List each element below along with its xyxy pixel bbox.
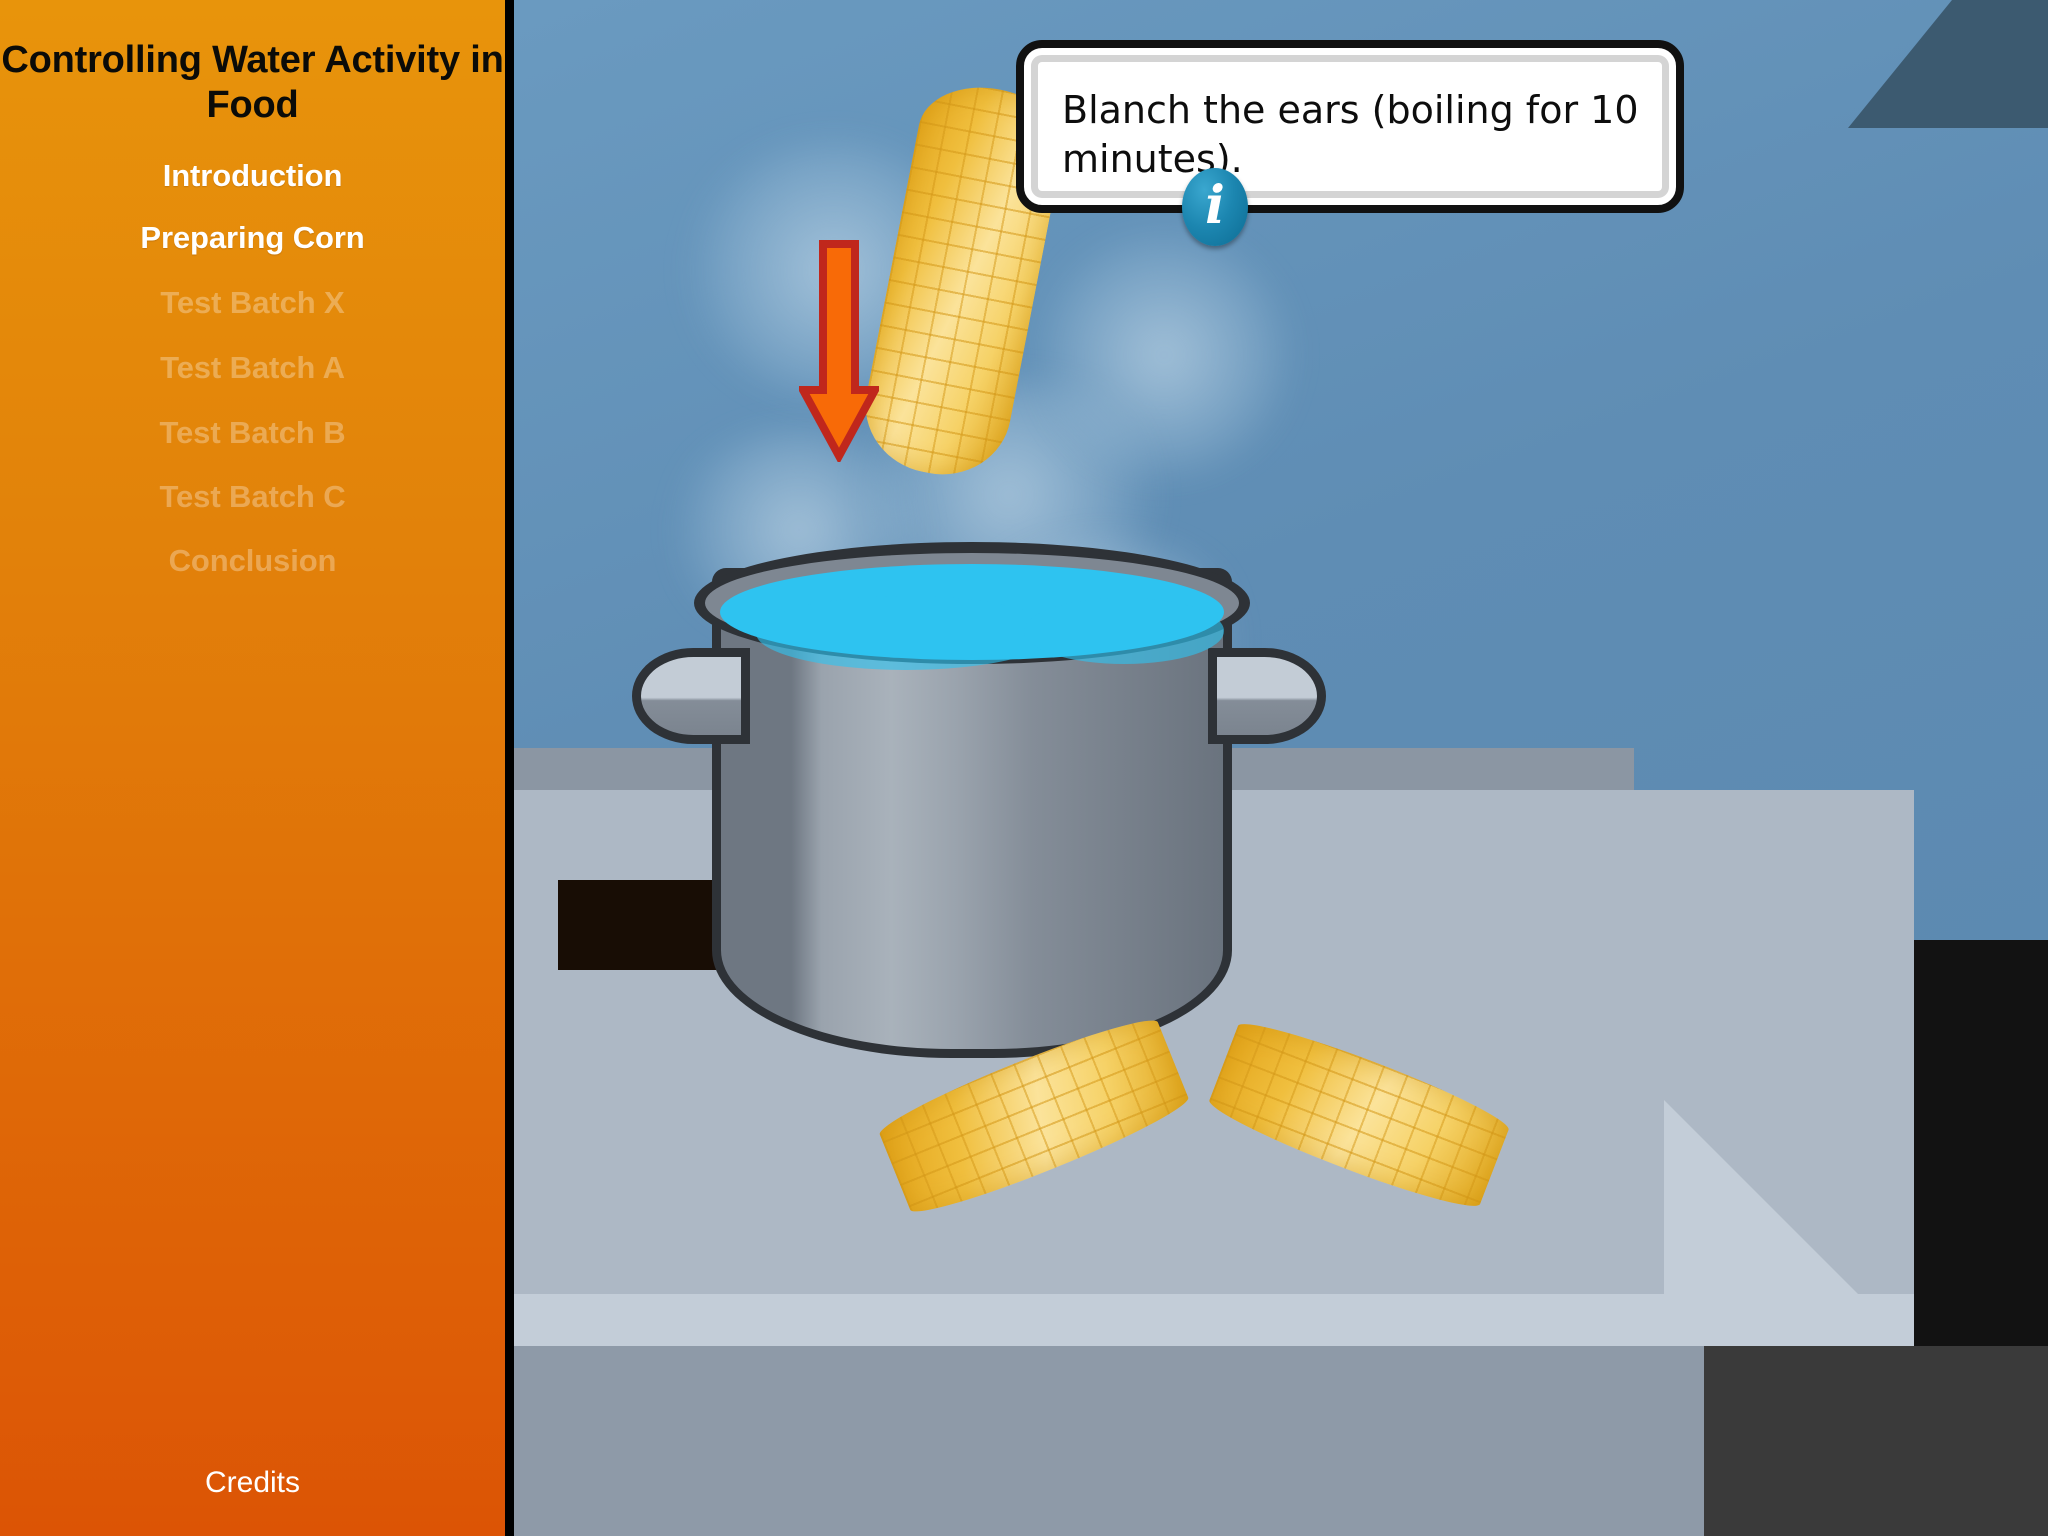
boiling-water xyxy=(720,564,1224,660)
sidebar-item-introduction[interactable]: Introduction xyxy=(0,158,505,194)
sidebar-item-preparing-corn[interactable]: Preparing Corn xyxy=(0,220,505,256)
sidebar-item-test-batch-b[interactable]: Test Batch B xyxy=(0,415,505,451)
slide-stage: Controlling Water Activity in Food Intro… xyxy=(0,0,2048,1536)
sidebar-divider xyxy=(505,0,514,1536)
info-icon-glyph: i xyxy=(1205,174,1225,236)
sidebar-item-test-batch-a[interactable]: Test Batch A xyxy=(0,350,505,386)
steam-haze xyxy=(1034,230,1294,480)
course-title: Controlling Water Activity in Food xyxy=(1,39,504,126)
sidebar-navigation: Controlling Water Activity in Food Intro… xyxy=(0,0,505,1536)
pot-handle-left xyxy=(632,648,750,744)
info-icon[interactable]: i xyxy=(1182,168,1248,246)
pot-handle-right xyxy=(1208,648,1326,744)
floor-shadow-panel xyxy=(1704,1346,2048,1536)
sidebar-item-test-batch-c[interactable]: Test Batch C xyxy=(0,479,505,515)
instruction-callout: Blanch the ears (boiling for 10 minutes)… xyxy=(1016,40,1684,213)
cooking-pot xyxy=(632,520,1515,1225)
wall-corner-shape xyxy=(1848,0,2048,128)
kitchen-illustration: Blanch the ears (boiling for 10 minutes)… xyxy=(514,0,2048,1536)
sidebar-item-test-batch-x[interactable]: Test Batch X xyxy=(0,285,505,321)
down-arrow-icon xyxy=(799,240,879,462)
sidebar-item-conclusion[interactable]: Conclusion xyxy=(0,543,505,579)
instruction-text: Blanch the ears (boiling for 10 minutes)… xyxy=(1062,88,1639,181)
credits-link[interactable]: Credits xyxy=(0,1466,505,1500)
